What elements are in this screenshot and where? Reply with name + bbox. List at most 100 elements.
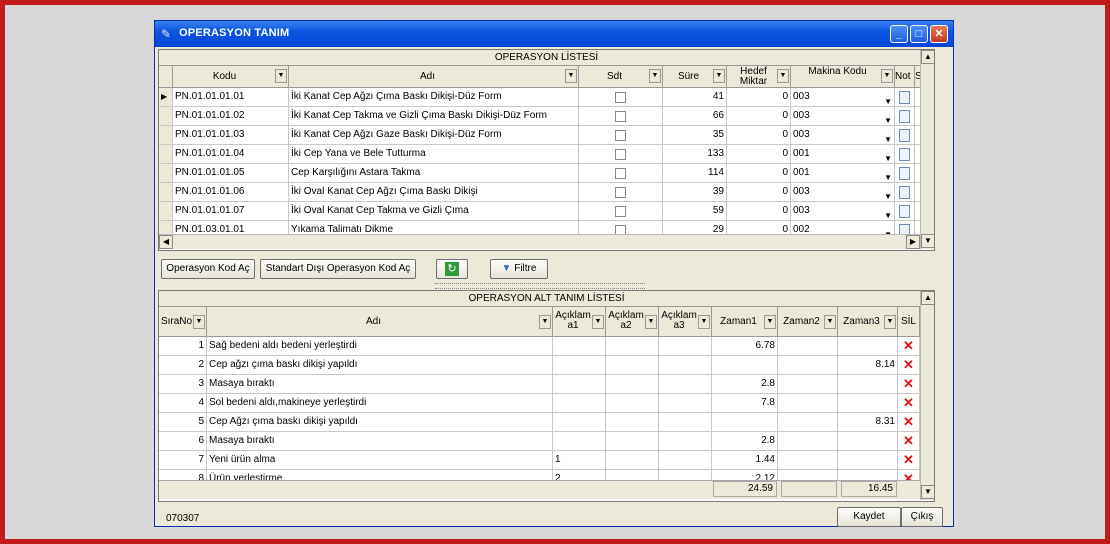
grid1-hscroll[interactable]: ◀ ▶: [159, 234, 920, 249]
a1-cell[interactable]: [553, 432, 606, 451]
makina-kodu-cell[interactable]: 003 ▼: [791, 107, 895, 126]
delete-icon[interactable]: ✕: [898, 451, 920, 470]
chevron-down-icon[interactable]: ▼: [884, 188, 892, 201]
z3-cell[interactable]: [838, 337, 898, 356]
sira-cell[interactable]: 2: [159, 356, 207, 375]
chevron-down-icon[interactable]: ▼: [884, 93, 892, 106]
z1-cell[interactable]: 2.8: [712, 375, 778, 394]
table-row[interactable]: PN.01.01.01.04 İki Cep Yana ve Bele Tuttu…: [159, 145, 934, 164]
grid1-header-5[interactable]: Makina Kodu ▼: [791, 66, 895, 88]
grid2-header-4[interactable]: Açıklam a3 ▼: [659, 307, 712, 337]
column-filter-icon[interactable]: ▼: [777, 69, 789, 83]
sdt-checkbox-cell[interactable]: [579, 183, 663, 202]
z1-cell[interactable]: [712, 356, 778, 375]
z1-cell[interactable]: 1.44: [712, 451, 778, 470]
adi-cell[interactable]: İki Oval Kanat Cep Takma ve Gizli Çıma: [289, 202, 579, 221]
note-icon[interactable]: [899, 167, 910, 180]
adi-cell[interactable]: İki Cep Yana ve Bele Tutturma: [289, 145, 579, 164]
grid2-header-1[interactable]: Adı ▼: [207, 307, 553, 337]
sira-cell[interactable]: 7: [159, 451, 207, 470]
z2-cell[interactable]: [778, 432, 838, 451]
adi-cell[interactable]: İki Kanat Cep Takma ve Gizli Çıma Baskı …: [289, 107, 579, 126]
sure-cell[interactable]: 66: [663, 107, 727, 126]
grid2-header-2[interactable]: Açıklam a1 ▼: [553, 307, 606, 337]
maximize-button[interactable]: □: [910, 25, 928, 43]
chevron-down-icon[interactable]: ▼: [884, 207, 892, 220]
column-filter-icon[interactable]: ▼: [193, 315, 205, 329]
close-button[interactable]: ✕: [930, 25, 948, 43]
z1-cell[interactable]: 7.8: [712, 394, 778, 413]
sure-cell[interactable]: 133: [663, 145, 727, 164]
adi-cell[interactable]: Cep Ağzı çıma baskı dikişi yapıldı: [207, 413, 553, 432]
z3-cell[interactable]: 8.31: [838, 413, 898, 432]
sdt-checkbox-cell[interactable]: [579, 88, 663, 107]
a3-cell[interactable]: [659, 356, 712, 375]
a2-cell[interactable]: [606, 356, 659, 375]
sdt-checkbox[interactable]: [615, 187, 626, 198]
sdt-checkbox-cell[interactable]: [579, 145, 663, 164]
z2-cell[interactable]: [778, 413, 838, 432]
grid2-header-7[interactable]: Zaman3 ▼: [838, 307, 898, 337]
chevron-down-icon[interactable]: ▼: [884, 169, 892, 182]
hedef-cell[interactable]: 0: [727, 88, 791, 107]
adi-cell[interactable]: İki Kanat Cep Ağzı Gaze Baskı Dikişi-Düz…: [289, 126, 579, 145]
sdt-checkbox-cell[interactable]: [579, 202, 663, 221]
not-cell[interactable]: [895, 202, 915, 221]
delete-icon[interactable]: ✕: [898, 432, 920, 451]
table-row[interactable]: 3 Masaya bıraktı 2.8 ✕: [159, 375, 934, 394]
z2-cell[interactable]: [778, 375, 838, 394]
a1-cell[interactable]: [553, 337, 606, 356]
row-indicator-header[interactable]: [159, 66, 173, 88]
grid1-vscroll[interactable]: ▲ ▼: [920, 50, 934, 249]
sira-cell[interactable]: 6: [159, 432, 207, 451]
column-filter-icon[interactable]: ▼: [698, 315, 710, 329]
grid1-header-4[interactable]: Hedef Miktar ▼: [727, 66, 791, 88]
makina-kodu-cell[interactable]: 003 ▼: [791, 126, 895, 145]
table-row[interactable]: ▶ PN.01.01.01.01 İki Kanat Cep Ağzı Çıma B…: [159, 88, 934, 107]
table-row[interactable]: PN.01.01.01.02 İki Kanat Cep Takma ve Giz…: [159, 107, 934, 126]
sure-cell[interactable]: 114: [663, 164, 727, 183]
grid1-header-6[interactable]: Not: [895, 66, 915, 88]
table-row[interactable]: PN.01.01.01.06 İki Oval Kanat Cep Ağzı Çı…: [159, 183, 934, 202]
sdt-checkbox[interactable]: [615, 149, 626, 160]
grid2-header-3[interactable]: Açıklam a2 ▼: [606, 307, 659, 337]
note-icon[interactable]: [899, 110, 910, 123]
not-cell[interactable]: [895, 183, 915, 202]
z1-cell[interactable]: [712, 413, 778, 432]
makina-kodu-cell[interactable]: 003 ▼: [791, 202, 895, 221]
kodu-cell[interactable]: PN.01.01.01.01: [173, 88, 289, 107]
adi-cell[interactable]: Sağ bedeni aldı bedeni yerleştirdi: [207, 337, 553, 356]
table-row[interactable]: PN.01.01.01.05 Cep Karşılığını Astara Tak…: [159, 164, 934, 183]
not-cell[interactable]: [895, 107, 915, 126]
column-filter-icon[interactable]: ▼: [824, 315, 836, 329]
column-filter-icon[interactable]: ▼: [645, 315, 657, 329]
adi-cell[interactable]: İki Kanat Cep Ağzı Çıma Baskı Dikişi-Düz…: [289, 88, 579, 107]
z2-cell[interactable]: [778, 451, 838, 470]
z3-cell[interactable]: [838, 375, 898, 394]
kodu-cell[interactable]: PN.01.01.01.05: [173, 164, 289, 183]
grid1-header-1[interactable]: Adı ▼: [289, 66, 579, 88]
grid2-header-5[interactable]: Zaman1 ▼: [712, 307, 778, 337]
refresh-button[interactable]: ↻: [436, 259, 468, 279]
scroll-down-icon[interactable]: ▼: [921, 234, 934, 248]
not-cell[interactable]: [895, 164, 915, 183]
hedef-cell[interactable]: 0: [727, 202, 791, 221]
column-filter-icon[interactable]: ▼: [539, 315, 551, 329]
scroll-right-icon[interactable]: ▶: [906, 235, 920, 249]
a1-cell[interactable]: [553, 375, 606, 394]
a2-cell[interactable]: [606, 394, 659, 413]
note-icon[interactable]: [899, 205, 910, 218]
a1-cell[interactable]: [553, 394, 606, 413]
scroll-left-icon[interactable]: ◀: [159, 235, 173, 249]
grid2-header-0[interactable]: SıraNo ▼: [159, 307, 207, 337]
kodu-cell[interactable]: PN.01.01.01.03: [173, 126, 289, 145]
a1-cell[interactable]: [553, 356, 606, 375]
sira-cell[interactable]: 1: [159, 337, 207, 356]
makina-kodu-cell[interactable]: 001 ▼: [791, 145, 895, 164]
delete-icon[interactable]: ✕: [898, 337, 920, 356]
a3-cell[interactable]: [659, 375, 712, 394]
adi-cell[interactable]: Masaya bıraktı: [207, 375, 553, 394]
scroll-up-icon[interactable]: ▲: [921, 291, 934, 305]
adi-cell[interactable]: Masaya bıraktı: [207, 432, 553, 451]
column-filter-icon[interactable]: ▼: [881, 69, 893, 83]
